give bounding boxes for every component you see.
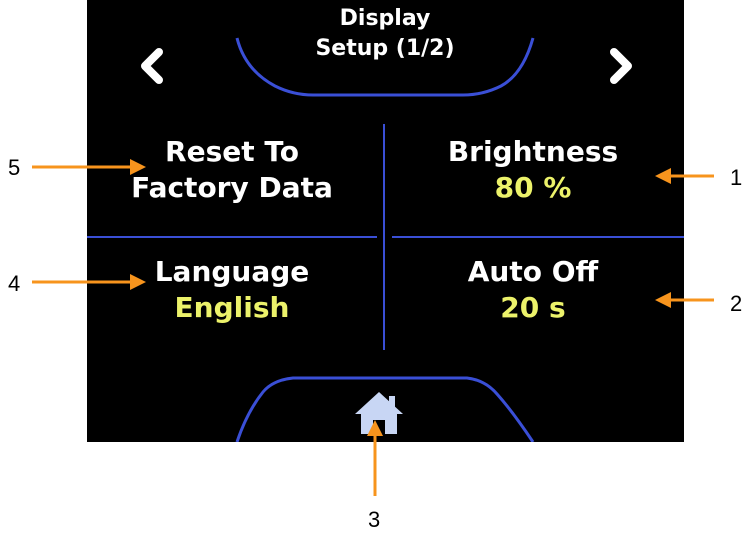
callout-label-4: 4	[8, 271, 21, 296]
callout-label-5: 5	[8, 155, 21, 180]
callout-label-3: 3	[368, 507, 381, 532]
callout-label-2: 2	[730, 291, 743, 316]
callout-arrows	[32, 159, 714, 496]
callout-label-1: 1	[730, 165, 743, 190]
